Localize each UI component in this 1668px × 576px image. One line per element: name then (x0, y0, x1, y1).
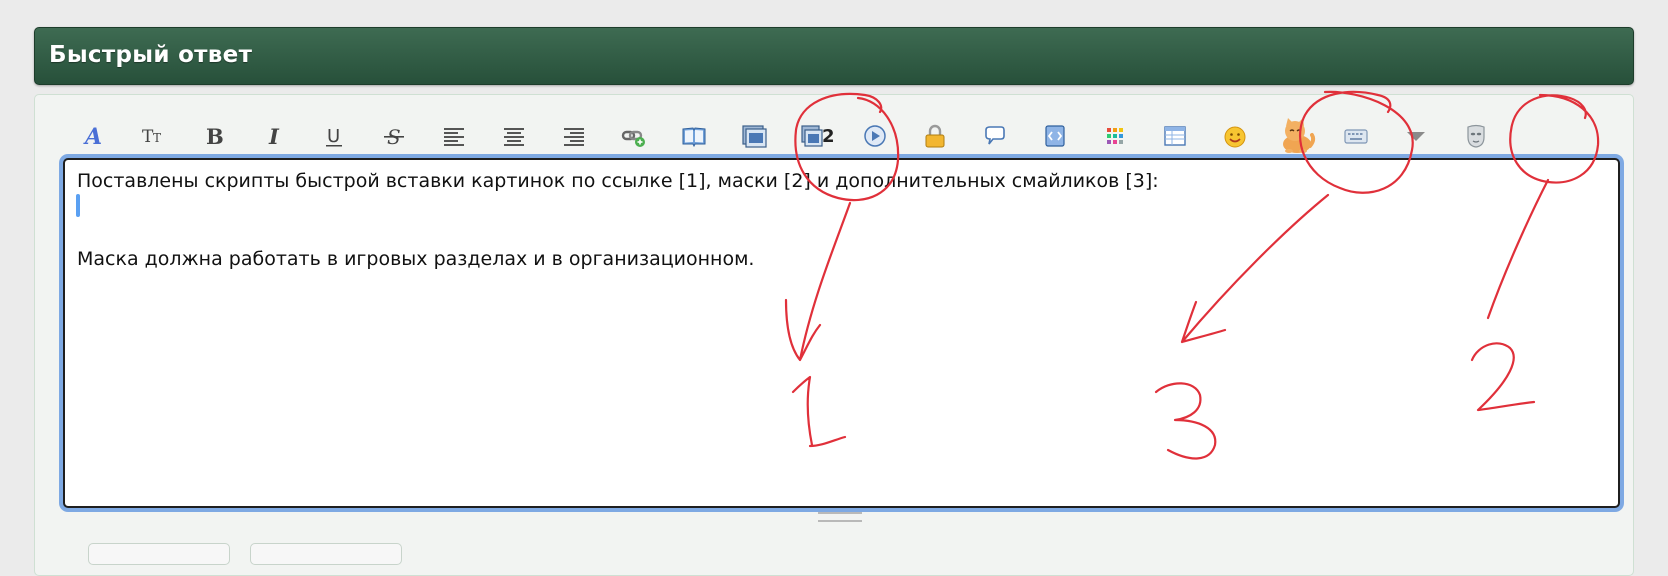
italic-icon: I (268, 124, 280, 149)
align-left-button[interactable] (438, 120, 470, 152)
smilies-button[interactable] (1219, 120, 1251, 152)
keyboard-button[interactable] (1340, 120, 1372, 152)
insert-code-button[interactable] (1039, 120, 1071, 152)
editor-line-1: Поставлены скрипты быстрой вставки карти… (77, 170, 1159, 192)
image-icon (742, 125, 767, 148)
text-caret (76, 194, 80, 217)
textarea-resize-handle[interactable] (818, 512, 862, 522)
svg-text:2: 2 (822, 126, 835, 147)
lock-icon (925, 124, 945, 148)
svg-text:T: T (153, 131, 161, 145)
insert-video-button[interactable] (859, 120, 891, 152)
text-size-icon: T T (142, 127, 161, 147)
svg-text:B: B (206, 124, 224, 149)
strikethrough-button[interactable]: S (378, 120, 410, 152)
align-right-icon (564, 128, 584, 146)
align-right-button[interactable] (558, 120, 590, 152)
italic-button[interactable]: I (258, 120, 290, 152)
book-icon (682, 127, 706, 148)
smiley-icon (1224, 126, 1246, 148)
align-left-icon (444, 128, 464, 146)
message-textarea[interactable]: Поставлены скрипты быстрой вставки карти… (63, 158, 1620, 508)
triangle-down-icon (1407, 132, 1425, 141)
mask-button[interactable] (1460, 120, 1492, 152)
link-icon (621, 130, 645, 147)
more-button[interactable] (1400, 120, 1432, 152)
play-icon (864, 125, 886, 147)
mask-icon (1467, 124, 1485, 148)
underline-button[interactable]: U (318, 120, 350, 152)
submit-button[interactable] (88, 543, 230, 565)
insert-link-button[interactable] (618, 120, 650, 152)
cat-icon (1283, 118, 1316, 153)
extra-smilies-button[interactable] (1277, 116, 1317, 154)
align-center-button[interactable] (498, 120, 530, 152)
image-link-icon: 2 (801, 125, 835, 147)
svg-text:A: A (83, 124, 102, 149)
font-size-button[interactable]: T T (138, 120, 170, 152)
font-color-button[interactable]: A (78, 120, 110, 152)
svg-text:U: U (327, 126, 340, 147)
font-color-icon: A (83, 124, 102, 149)
align-center-icon (504, 128, 524, 146)
bold-icon: B (206, 124, 224, 149)
preview-button[interactable] (250, 543, 402, 565)
speech-bubble-icon (985, 126, 1005, 145)
hide-content-button[interactable] (919, 120, 951, 152)
insert-quote-button[interactable] (678, 120, 710, 152)
color-palette-button[interactable] (1099, 120, 1131, 152)
code-scroll-icon (1045, 125, 1065, 147)
bold-button[interactable]: B (198, 120, 230, 152)
underline-icon: U (326, 126, 342, 147)
strikethrough-icon: S (384, 125, 404, 149)
editor-toolbar: A T T B I U S 2 (70, 118, 1570, 156)
palette-grid-icon (1107, 128, 1123, 144)
insert-image-button[interactable] (738, 120, 770, 152)
page-title: Быстрый ответ (49, 42, 253, 68)
svg-text:I: I (268, 124, 280, 149)
quick-reply-header: Быстрый ответ (34, 27, 1634, 85)
table-icon (1164, 126, 1186, 146)
insert-table-button[interactable] (1159, 120, 1191, 152)
insert-comment-button[interactable] (979, 120, 1011, 152)
editor-line-3: Маска должна работать в игровых разделах… (77, 248, 755, 270)
insert-image-link-button[interactable]: 2 (798, 120, 838, 152)
keyboard-icon (1344, 129, 1368, 144)
